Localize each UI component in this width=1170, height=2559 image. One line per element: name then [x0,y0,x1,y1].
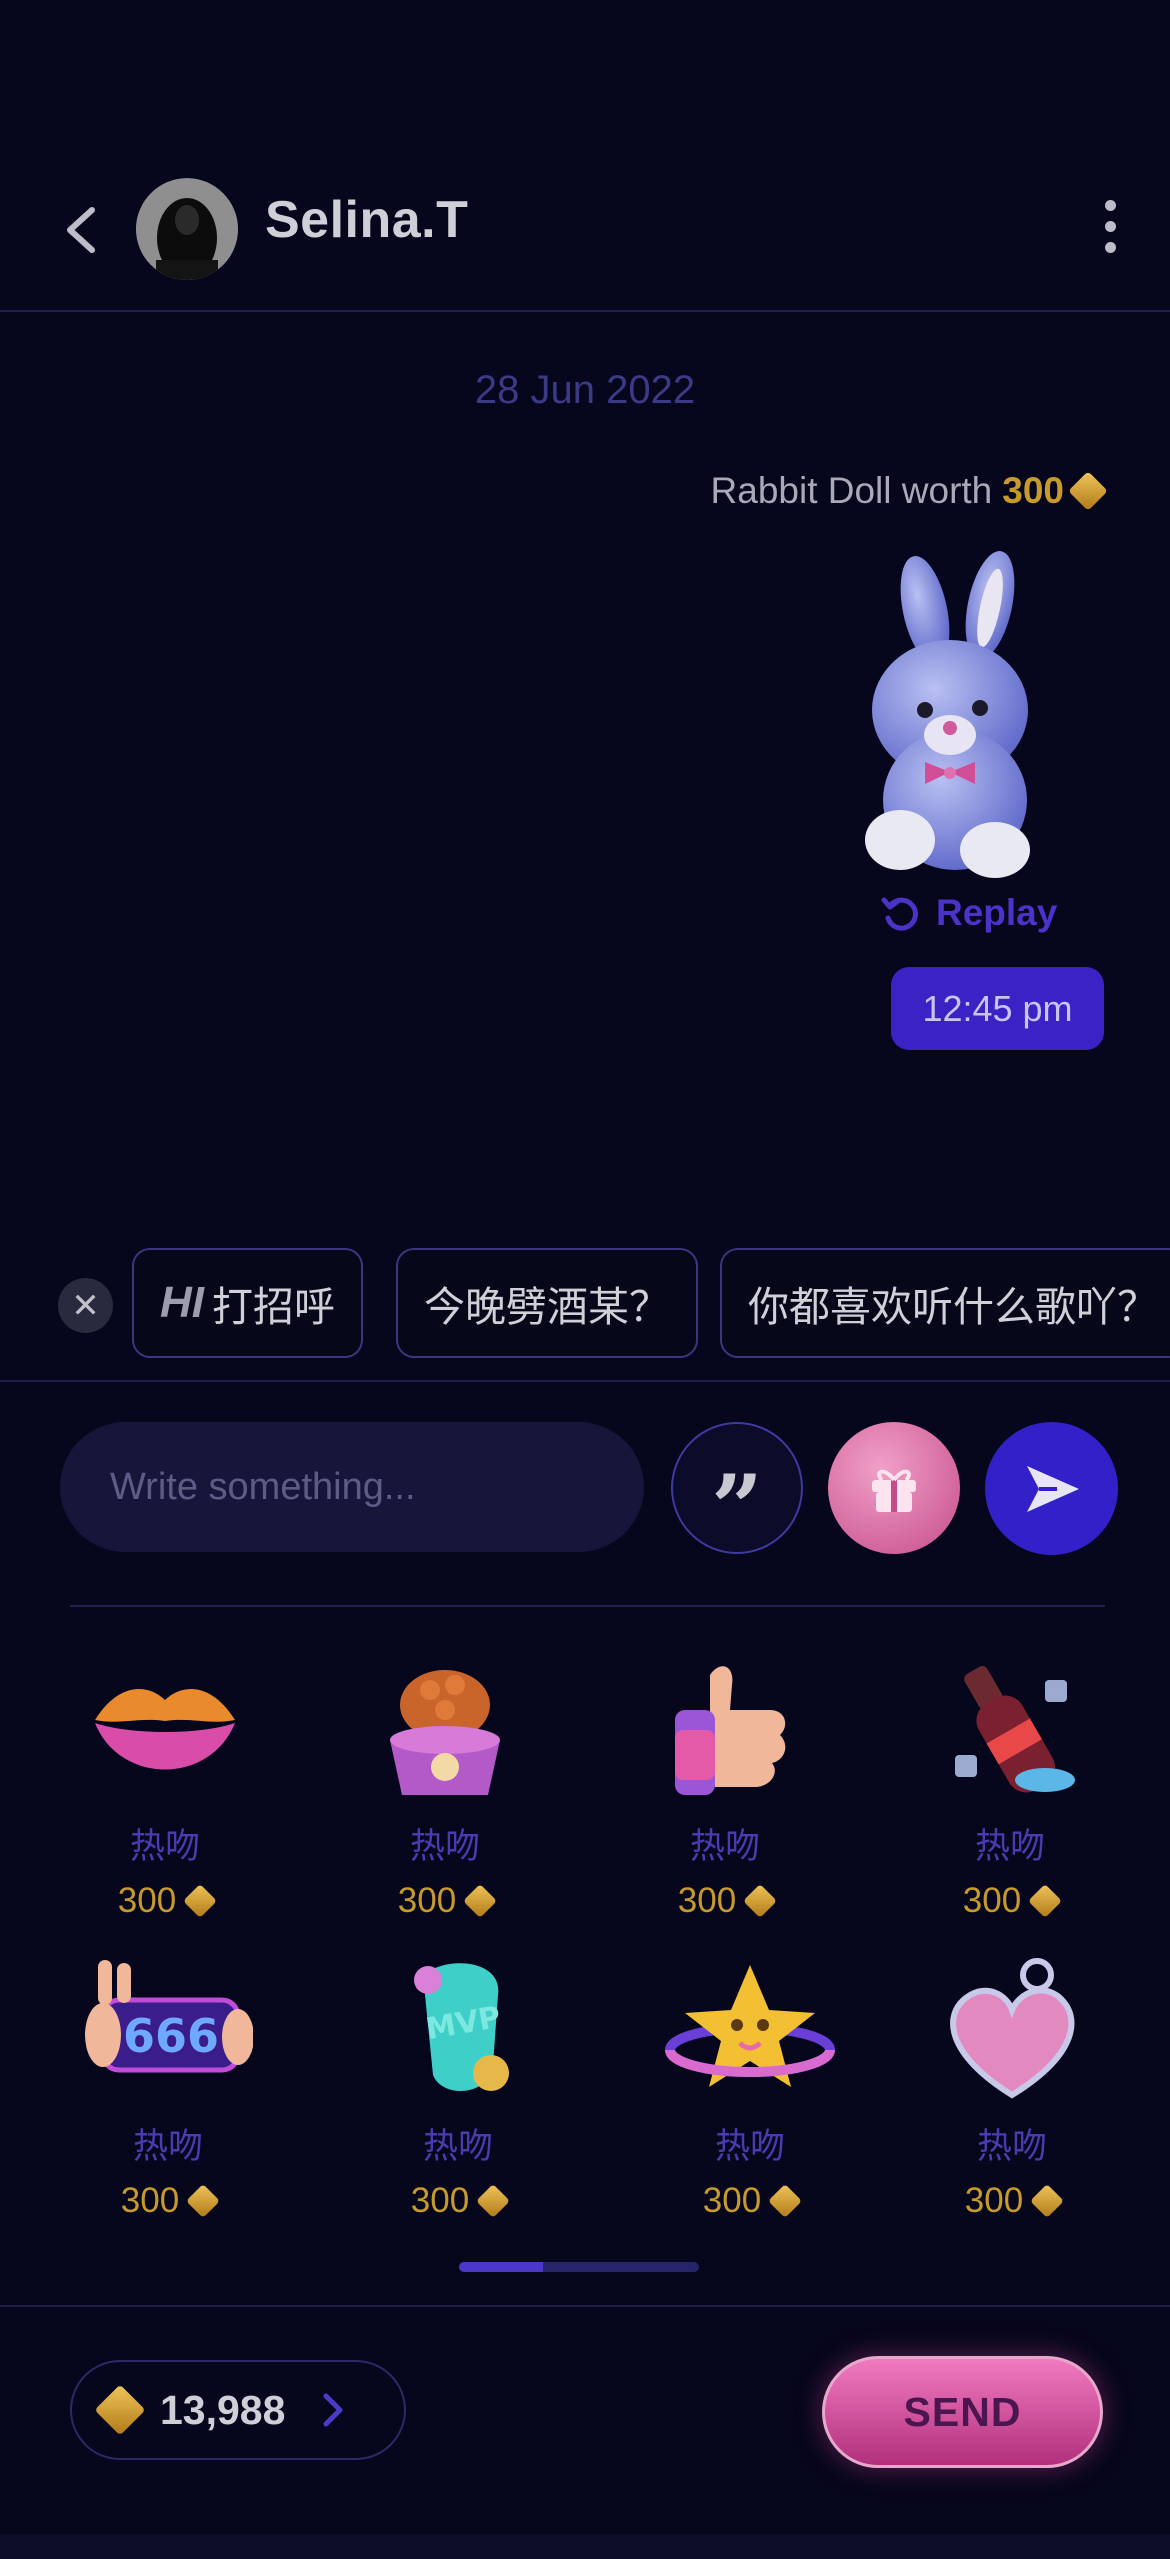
lips-icon [95,1688,235,1770]
gift-price-value: 300 [964,2181,1024,2220]
gift-price-value: 300 [677,1881,737,1920]
quick-reply-chip[interactable]: 今晚劈酒某？ [396,1248,698,1358]
diamond-icon [183,1884,218,1918]
quick-replies: ✕ HI 打招呼 今晚劈酒某？ 你都喜欢听什么歌吖？ [0,1248,1170,1358]
gift-message-text: Rabbit Doll worth [710,470,993,511]
gift-message-amount: 300 [1002,470,1064,511]
gift-price: 300 [912,2181,1112,2221]
mvp-balloon-icon: MVP [414,1963,509,2092]
gift-price: 300 [625,1881,825,1921]
gift-item[interactable]: MVP 热吻 300 [358,1955,558,2221]
gift-price-value: 300 [120,2181,180,2220]
gift-button[interactable] [828,1422,960,1554]
gift-item[interactable]: 热吻 300 [65,1655,265,1921]
balance-button[interactable]: 13,988 [70,2360,406,2460]
quick-reply-label: 打招呼 [212,1284,335,1330]
diamond-icon [1030,2184,1065,2218]
diamond-icon [476,2184,511,2218]
avatar-portrait-icon [136,178,238,280]
gift-label: 热吻 [129,1827,200,1866]
gift-price-value: 300 [397,1881,457,1920]
gift-item[interactable]: 666 热吻 300 [68,1955,268,2221]
diamond-icon [94,2384,146,2436]
divider [70,1605,1105,1607]
thumbs-up-icon [675,1666,786,1795]
quick-reply-chip[interactable]: HI 打招呼 [132,1248,363,1358]
gift-label: 热吻 [689,1827,760,1866]
more-options-icon[interactable] [1098,200,1122,260]
gift-label: 热吻 [974,1827,1045,1866]
diamond-icon [1068,471,1108,511]
diamond-icon [186,2184,221,2218]
gift-item[interactable]: 热吻 300 [910,1655,1110,1921]
gift-price: 300 [65,1881,265,1921]
divider [0,1380,1170,1382]
replay-label: Replay [936,892,1058,933]
chat-header: Selina.T [0,150,1170,312]
send-message-button[interactable] [985,1422,1118,1555]
page-indicator-fill [459,2262,543,2272]
gift-item[interactable]: 热吻 300 [912,1955,1112,2221]
gift-item[interactable]: 热吻 300 [345,1655,545,1921]
gift-label: 热吻 [714,2127,785,2166]
gift-price-value: 300 [962,1881,1022,1920]
close-icon[interactable]: ✕ [58,1278,113,1333]
send-arrow-icon [1026,1465,1079,1512]
send-gift-button[interactable]: SEND [822,2356,1103,2468]
balance-value: 13,988 [160,2386,286,2433]
diamond-icon [1028,1884,1063,1918]
gift-price: 300 [68,2181,268,2221]
gift-label: 热吻 [976,2127,1047,2166]
quick-reply-label: 你都喜欢听什么歌吖？ [748,1284,1158,1330]
chevron-right-icon [323,2393,343,2427]
cola-bottle-icon [955,1666,1075,1793]
message-time: 12:45 pm [891,967,1104,1050]
replay-icon [881,897,918,931]
gift-message: Rabbit Doll worth 300 [710,470,1108,512]
gift-label: 热吻 [409,1827,480,1866]
gift-price-value: 300 [702,2181,762,2220]
message-input[interactable]: Write something... [60,1422,644,1552]
hi-badge-icon: HI [160,1278,204,1327]
gift-item[interactable]: 热吻 300 [625,1655,825,1921]
quote-button[interactable]: ” [671,1422,803,1554]
gift-price-value: 300 [410,2181,470,2220]
666-phone-icon: 666 [85,1960,254,2073]
star-planet-icon [665,1965,835,2087]
message-input-placeholder: Write something... [110,1465,416,1508]
food-bowl-icon [390,1670,500,1795]
gift-price-value: 300 [117,1881,177,1920]
gift-item[interactable]: 热吻 300 [650,1955,850,2221]
replay-button[interactable]: Replay [880,892,1057,934]
diamond-icon [768,2184,803,2218]
page-indicator [459,2262,699,2272]
diamond-icon [463,1884,498,1918]
gift-price: 300 [345,1881,545,1921]
gift-label: 热吻 [132,2127,203,2166]
diamond-icon [743,1884,778,1918]
divider [0,2305,1170,2307]
heart-charm-icon [950,1958,1075,2099]
quote-icon: ” [711,1455,763,1561]
quick-reply-chip[interactable]: 你都喜欢听什么歌吖？ [720,1248,1170,1358]
quick-reply-label: 今晚劈酒某？ [424,1284,670,1330]
avatar[interactable] [136,178,238,280]
gift-label: 热吻 [422,2127,493,2166]
back-arrow-icon[interactable] [56,202,112,258]
gift-price: 300 [358,2181,558,2221]
gift-price: 300 [650,2181,850,2221]
bottom-bar [0,2534,1170,2559]
rabbit-doll-icon[interactable] [830,540,1070,880]
contact-name: Selina.T [265,191,469,249]
svg-text:666: 666 [123,2009,219,2063]
gift-icon [872,1469,916,1512]
gift-price: 300 [910,1881,1110,1921]
chat-date: 28 Jun 2022 [474,368,696,412]
